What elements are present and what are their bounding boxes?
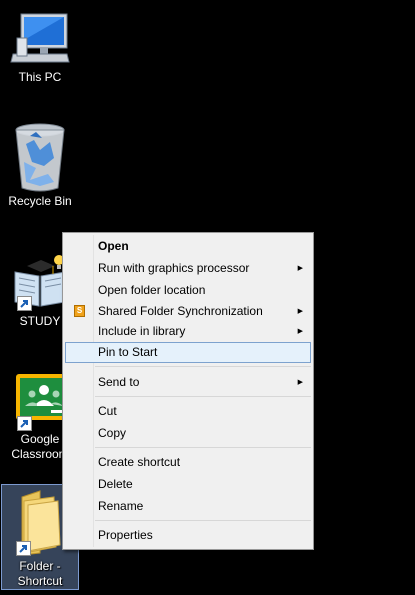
menu-item-cut[interactable]: Cut bbox=[65, 401, 311, 422]
menu-item-label: Open folder location bbox=[98, 283, 206, 297]
menu-item-label: Properties bbox=[98, 528, 153, 542]
menu-item-label: Run with graphics processor bbox=[98, 261, 250, 275]
menu-item-pin-to-start[interactable]: Pin to Start bbox=[65, 342, 311, 363]
desktop-icon-label: This PC bbox=[18, 70, 62, 84]
submenu-arrow-icon: ▶ bbox=[297, 328, 303, 335]
submenu-arrow-icon: ▶ bbox=[297, 265, 303, 272]
recycle-bin-icon bbox=[10, 122, 70, 194]
desktop-icon-this-pc[interactable]: This PC bbox=[0, 10, 80, 85]
sync-icon: S bbox=[74, 305, 85, 317]
desktop-icon-label: Recycle Bin bbox=[8, 194, 72, 208]
menu-item-create-shortcut[interactable]: Create shortcut bbox=[65, 452, 311, 473]
menu-item-delete[interactable]: Delete bbox=[65, 474, 311, 495]
menu-item-send-to[interactable]: Send to ▶ bbox=[65, 372, 311, 393]
submenu-arrow-icon: ▶ bbox=[297, 379, 303, 386]
menu-item-label: Send to bbox=[98, 375, 140, 389]
menu-separator bbox=[95, 447, 311, 448]
menu-separator bbox=[95, 520, 311, 521]
desktop-icon-label: Folder - bbox=[19, 559, 61, 573]
menu-item-rename[interactable]: Rename bbox=[65, 496, 311, 517]
menu-separator bbox=[95, 396, 311, 397]
menu-separator bbox=[95, 366, 311, 367]
menu-item-label: Cut bbox=[98, 404, 117, 418]
folder-icon bbox=[10, 487, 70, 559]
submenu-arrow-icon: ▶ bbox=[297, 308, 303, 315]
menu-item-label: Open bbox=[98, 239, 129, 253]
menu-item-label: Delete bbox=[98, 477, 133, 491]
menu-item-label: Pin to Start bbox=[98, 345, 158, 359]
menu-item-include-in-library[interactable]: Include in library ▶ bbox=[65, 321, 311, 342]
menu-item-label: Copy bbox=[98, 426, 127, 440]
menu-item-copy[interactable]: Copy bbox=[65, 423, 311, 444]
shortcut-arrow-icon bbox=[16, 541, 31, 556]
menu-item-label: Shared Folder Synchronization bbox=[98, 304, 263, 318]
shortcut-arrow-icon bbox=[17, 296, 32, 311]
menu-item-label: Include in library bbox=[98, 324, 186, 338]
menu-item-label: Create shortcut bbox=[98, 455, 181, 469]
context-menu: Open Run with graphics processor ▶ Open … bbox=[62, 232, 314, 550]
menu-item-run-with-graphics-processor[interactable]: Run with graphics processor ▶ bbox=[65, 258, 311, 279]
menu-item-properties[interactable]: Properties bbox=[65, 525, 311, 546]
desktop-icon-label: Shortcut bbox=[17, 574, 63, 588]
menu-item-open[interactable]: Open bbox=[65, 236, 311, 257]
desktop-icon-recycle-bin[interactable]: Recycle Bin bbox=[0, 122, 80, 209]
menu-item-shared-folder-synchronization[interactable]: S Shared Folder Synchronization ▶ bbox=[65, 301, 311, 322]
shortcut-arrow-icon bbox=[17, 416, 32, 431]
menu-item-label: Rename bbox=[98, 499, 144, 513]
menu-item-open-folder-location[interactable]: Open folder location bbox=[65, 280, 311, 301]
computer-icon bbox=[9, 10, 71, 70]
